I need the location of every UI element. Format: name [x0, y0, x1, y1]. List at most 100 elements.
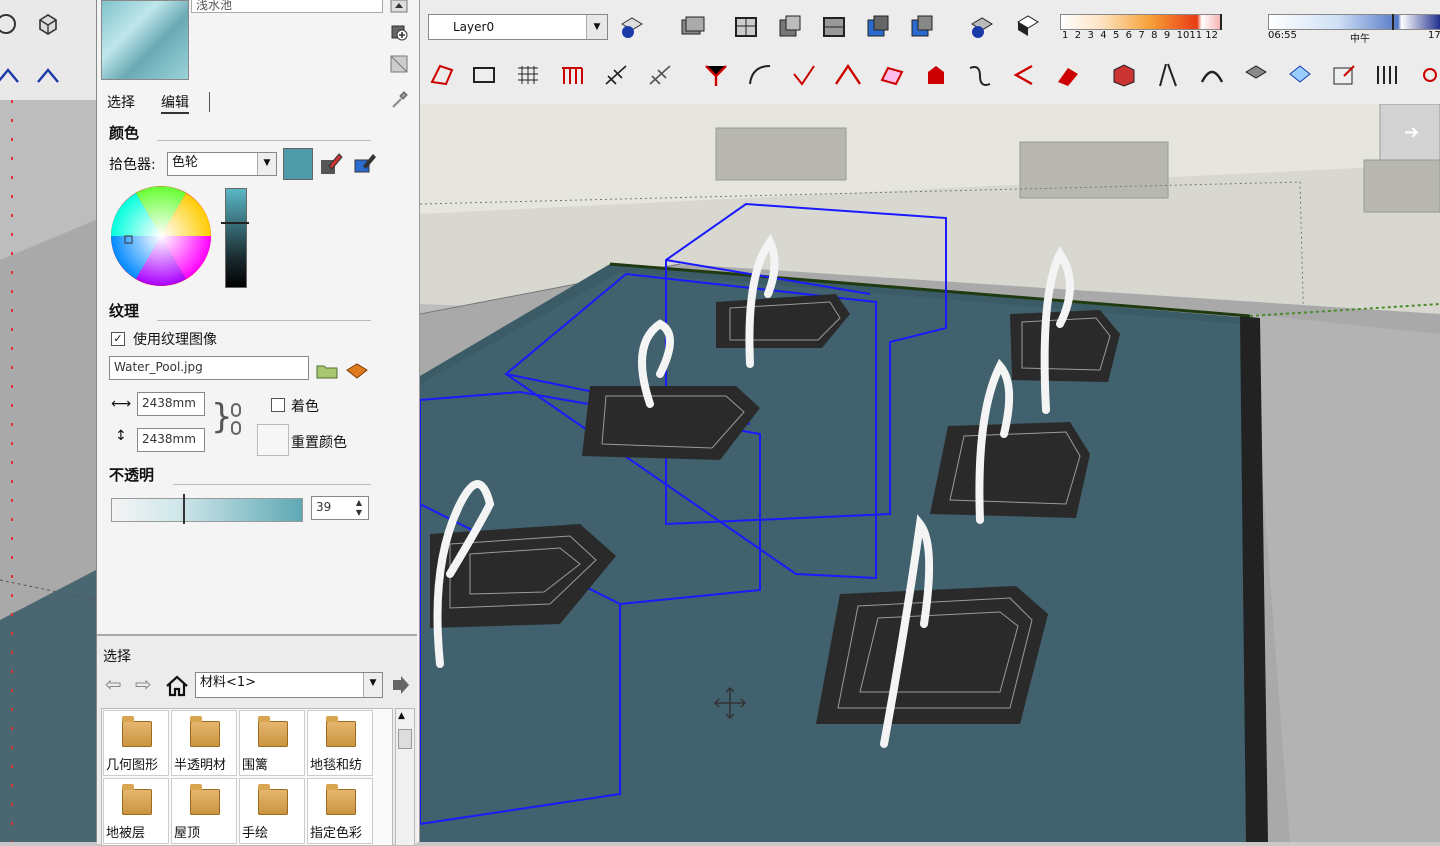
opacity-slider[interactable]	[111, 498, 303, 522]
tab-divider	[209, 92, 210, 112]
left-scene-fragment	[0, 100, 96, 842]
view-front-icon[interactable]	[776, 14, 804, 40]
home-icon[interactable]	[165, 674, 189, 698]
back-arrow-icon[interactable]: ⇦	[105, 672, 122, 696]
edit-frame-icon[interactable]	[1330, 62, 1358, 88]
grid-tool-icon[interactable]	[514, 62, 542, 88]
shadow-month-slider[interactable]	[1060, 14, 1222, 30]
details-arrow-icon[interactable]	[389, 674, 411, 696]
chevron-down-icon[interactable]: ▼	[363, 673, 382, 697]
roof-tool-icon[interactable]	[1242, 62, 1270, 88]
more-tool-icon[interactable]	[1416, 62, 1440, 88]
opacity-value: 39	[316, 500, 332, 514]
brightness-slider-handle[interactable]	[221, 222, 249, 224]
wall-tool-icon[interactable]	[428, 62, 456, 88]
window-tool-icon[interactable]	[470, 62, 498, 88]
chevron-down-icon[interactable]: ▼	[257, 153, 276, 175]
color-wheel[interactable]	[109, 184, 213, 288]
month-slider-handle[interactable]	[1220, 14, 1222, 30]
view-iso-icon[interactable]	[678, 14, 706, 40]
select-section-title: 选择	[103, 649, 131, 665]
opacity-slider-handle[interactable]	[183, 494, 185, 524]
mesh-tool-icon[interactable]	[1286, 62, 1314, 88]
view-back-icon[interactable]	[864, 14, 892, 40]
time-slider-handle[interactable]	[1392, 14, 1394, 30]
folder-icon	[122, 716, 152, 747]
arrow-right-icon[interactable]: ➔	[1404, 122, 1419, 143]
folder-item[interactable]: 几何图形	[103, 710, 169, 776]
shadow-time-slider[interactable]	[1268, 14, 1440, 30]
line-tool-icon[interactable]	[702, 62, 730, 88]
eraser-tool-icon[interactable]	[1054, 62, 1082, 88]
brightness-slider[interactable]	[225, 188, 247, 288]
layer-manager-icon[interactable]	[618, 14, 646, 40]
curtain-tool-icon[interactable]	[1374, 62, 1402, 88]
folder-icon	[326, 784, 356, 815]
create-material-icon[interactable]	[389, 22, 409, 42]
wall-vent	[715, 127, 847, 181]
chain-lock-icon[interactable]	[229, 402, 243, 438]
arch-tool-icon[interactable]	[1198, 62, 1226, 88]
stair-tool-2-icon[interactable]	[646, 62, 674, 88]
library-select[interactable]: 材料<1> ▼	[195, 672, 383, 698]
left-toolbar-fragment	[0, 0, 96, 101]
edit-texture-icon[interactable]	[345, 358, 369, 382]
default-material-icon[interactable]	[389, 54, 409, 74]
fountain-base[interactable]	[816, 586, 1048, 724]
folder-item[interactable]: 围篱	[239, 710, 305, 776]
time-start-label: 06:55	[1268, 30, 1297, 41]
scroll-up-icon[interactable]	[389, 0, 409, 18]
chevron-down-icon[interactable]: ▼	[586, 15, 607, 39]
texture-filename-field[interactable]: Water_Pool.jpg	[109, 356, 309, 380]
box-tool-icon[interactable]	[1110, 62, 1138, 88]
view-left-icon[interactable]	[908, 14, 936, 40]
iso-view-icon[interactable]	[36, 12, 60, 36]
railing-tool-icon[interactable]	[558, 62, 586, 88]
colorize-checkbox[interactable]	[271, 398, 285, 412]
folder-item[interactable]: 地毯和纺	[307, 710, 373, 776]
fountain-base[interactable]	[930, 422, 1090, 518]
forward-arrow-icon[interactable]: ⇨	[135, 672, 152, 696]
sample-paint-icon[interactable]	[389, 90, 409, 110]
face-tool-icon[interactable]	[878, 62, 906, 88]
scrollbar-thumb[interactable]	[398, 729, 412, 749]
folder-item[interactable]: 指定色彩	[307, 778, 373, 844]
scroll-up-icon[interactable]: ▲	[398, 711, 405, 721]
folder-item[interactable]: 半透明材	[171, 710, 237, 776]
column-tool-icon[interactable]	[1154, 62, 1182, 88]
color-picker-select[interactable]: 色轮 ▼	[167, 152, 277, 176]
shadow-settings-icon[interactable]	[968, 14, 996, 40]
tab-select[interactable]: 选择	[107, 92, 135, 112]
roof-tool-2-icon[interactable]	[36, 64, 60, 88]
grid-scrollbar[interactable]: ▲	[395, 708, 415, 846]
extrude-tool-icon[interactable]	[922, 62, 950, 88]
view-top-icon[interactable]	[732, 14, 760, 40]
folder-item[interactable]: 地被层	[103, 778, 169, 844]
reset-color-swatch[interactable]	[257, 424, 289, 456]
folder-item[interactable]: 屋顶	[171, 778, 237, 844]
check-tool-icon[interactable]	[790, 62, 818, 88]
tab-edit[interactable]: 编辑	[161, 92, 189, 114]
view-right-icon[interactable]	[820, 14, 848, 40]
match-color-model-icon[interactable]	[319, 150, 343, 178]
layer-select[interactable]: Layer0 ▼	[428, 14, 608, 40]
opacity-stepper[interactable]: ▲ ▼	[351, 498, 367, 518]
display-shadows-icon[interactable]	[1014, 12, 1042, 38]
chevron-left-tool-icon[interactable]	[1010, 62, 1038, 88]
match-color-screen-icon[interactable]	[353, 150, 377, 178]
arc-tool-icon[interactable]	[746, 62, 774, 88]
3d-viewport[interactable]: ➔	[420, 104, 1440, 842]
browse-folder-icon[interactable]	[315, 358, 339, 382]
use-texture-checkbox[interactable]: ✓	[111, 332, 125, 346]
path-tool-icon[interactable]	[966, 62, 994, 88]
roof-tool-icon[interactable]	[0, 64, 20, 88]
stair-tool-icon[interactable]	[602, 62, 630, 88]
folder-item[interactable]: 手绘	[239, 778, 305, 844]
gable-tool-icon[interactable]	[834, 62, 862, 88]
texture-height-field[interactable]: 2438mm	[137, 428, 205, 452]
folder-icon	[122, 784, 152, 815]
orbit-icon[interactable]	[0, 12, 18, 36]
material-name-field[interactable]: 浅水池	[191, 0, 383, 13]
divider	[157, 320, 371, 321]
texture-width-field[interactable]: 2438mm	[137, 392, 205, 416]
